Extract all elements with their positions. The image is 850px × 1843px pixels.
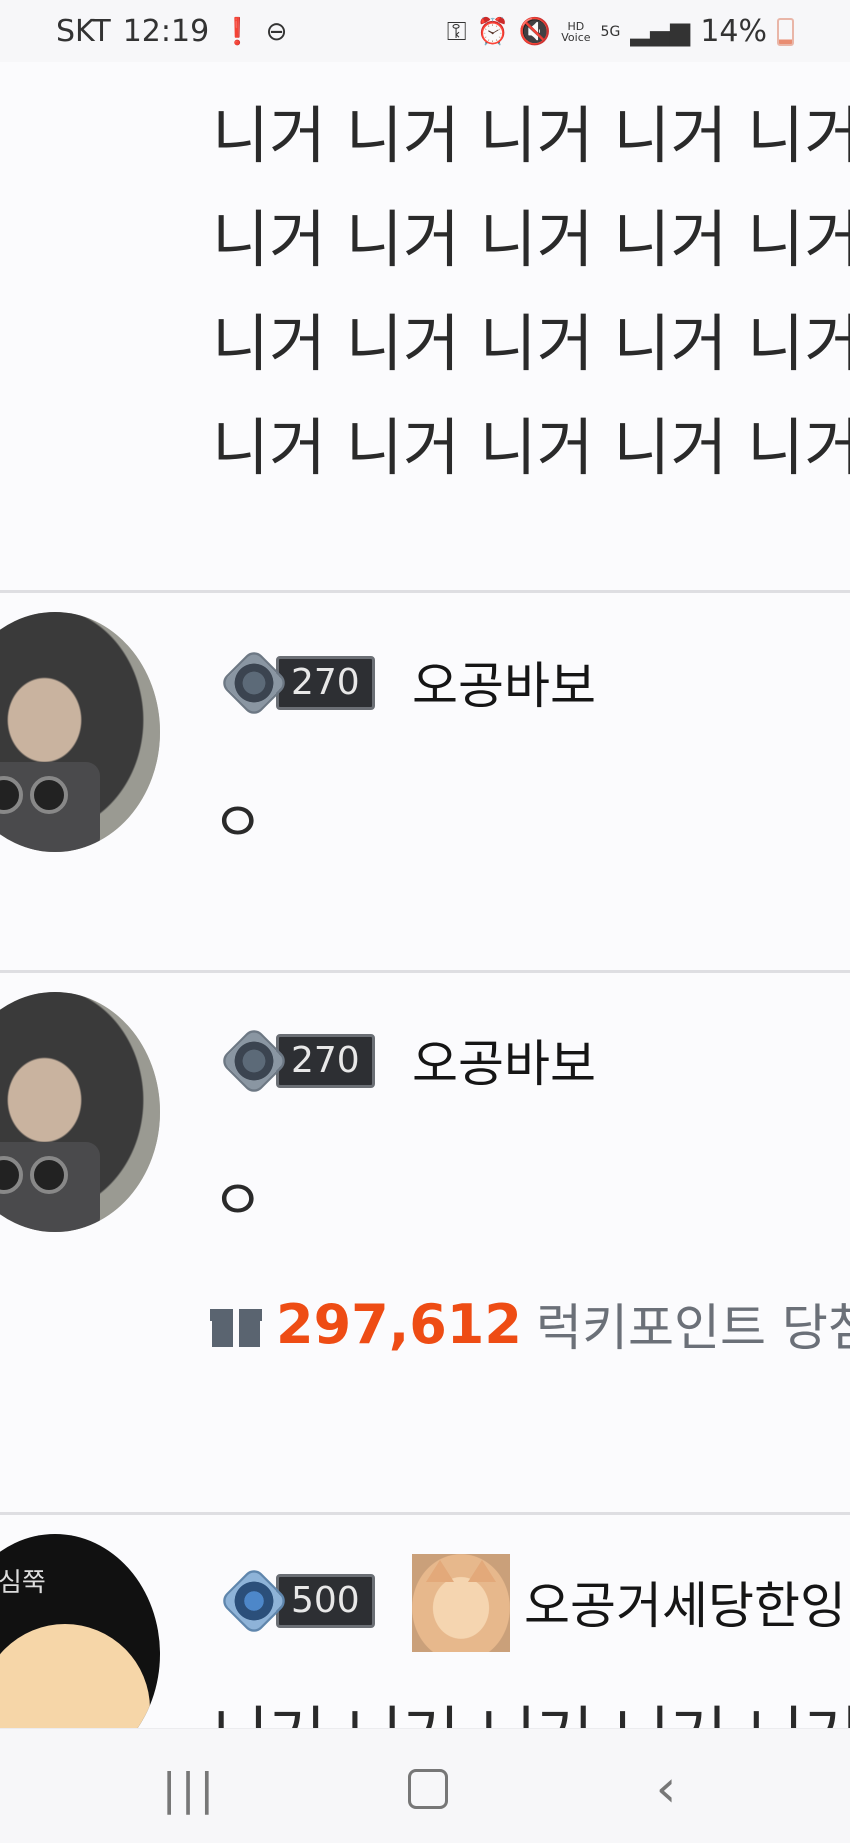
rank-badge: 500 bbox=[218, 1565, 375, 1637]
recents-button[interactable]: ||| bbox=[160, 1759, 220, 1819]
post-line: 니거 니거 니거 니거 니거 bbox=[212, 411, 850, 484]
divider bbox=[0, 1512, 850, 1515]
avatar[interactable] bbox=[0, 992, 160, 1232]
key-icon: ⚿ bbox=[446, 16, 467, 47]
divider bbox=[0, 970, 850, 973]
hd-sub-label: Voice bbox=[561, 30, 591, 44]
5g-icon: 5G bbox=[600, 23, 621, 40]
divider bbox=[0, 590, 850, 593]
avatar[interactable] bbox=[0, 612, 160, 852]
comment-text: 니거 니거 니거 니거 니거 니거 bbox=[212, 1684, 850, 1728]
battery-icon bbox=[777, 17, 794, 46]
lucky-point-label: 럭키포인트 당첨 bbox=[535, 1299, 850, 1357]
rank-badge: 270 bbox=[218, 647, 375, 719]
post-line: 니거 니거 니거 니거 니거 니거 bbox=[212, 99, 850, 172]
comment-feed[interactable]: 니거 니거 니거 니거 니거 니거 니거 니거 니거 니거 니거 니거 니거 니… bbox=[0, 62, 850, 1728]
nickname[interactable]: 오공바보 bbox=[412, 646, 596, 718]
navigation-bar: ||| ‹ bbox=[0, 1728, 850, 1843]
rank-level: 500 bbox=[276, 1574, 375, 1628]
post-line: 니거 니거 니거 니거 니거 니거 bbox=[212, 307, 850, 380]
mute-icon: 🔇 bbox=[518, 16, 552, 47]
avatar[interactable]: 심쭉 bbox=[0, 1534, 160, 1728]
rank-badge: 270 bbox=[218, 1025, 375, 1097]
avatar-text: 심쭉 bbox=[0, 1568, 46, 1598]
home-button[interactable] bbox=[398, 1759, 458, 1819]
lucky-point-amount: 297,612 bbox=[276, 1292, 522, 1356]
lucky-point-banner: 297,612 럭키포인트 당첨 bbox=[210, 1288, 850, 1360]
alarm-icon: ⏰ bbox=[476, 16, 509, 47]
status-bar: SKT 12:19 ❗ ⊖ ⚿ ⏰ 🔇 HD Voice 5G ▂▄▆ 14% bbox=[0, 0, 850, 62]
clock: 12:19 bbox=[122, 14, 210, 49]
alert-icon: ❗ bbox=[221, 16, 254, 47]
nickname[interactable]: 오공바보 bbox=[412, 1024, 596, 1096]
do-not-disturb-icon: ⊖ bbox=[265, 16, 288, 47]
comment-text: ㅇ bbox=[212, 791, 264, 856]
gift-icon bbox=[210, 1301, 262, 1347]
comment-text: ㅇ bbox=[212, 1169, 264, 1234]
rank-level: 270 bbox=[276, 1034, 375, 1088]
battery-percent: 14% bbox=[700, 14, 767, 49]
home-icon bbox=[408, 1769, 448, 1809]
post-line: 니거 니거 니거 니거 니거 니거 bbox=[212, 203, 850, 276]
cat-sticker-icon bbox=[412, 1554, 510, 1652]
carrier-label: SKT bbox=[56, 14, 111, 49]
back-button[interactable]: ‹ bbox=[636, 1759, 696, 1819]
rank-level: 270 bbox=[276, 656, 375, 710]
hd-voice-icon: HD Voice bbox=[561, 21, 590, 43]
nickname[interactable]: 오공거세당한잉 bbox=[524, 1566, 846, 1638]
post-body: 니거 니거 니거 니거 니거 니거 니거 니거 니거 니거 니거 니거 니거 니… bbox=[212, 84, 850, 500]
signal-icon: ▂▄▆ bbox=[630, 16, 691, 47]
